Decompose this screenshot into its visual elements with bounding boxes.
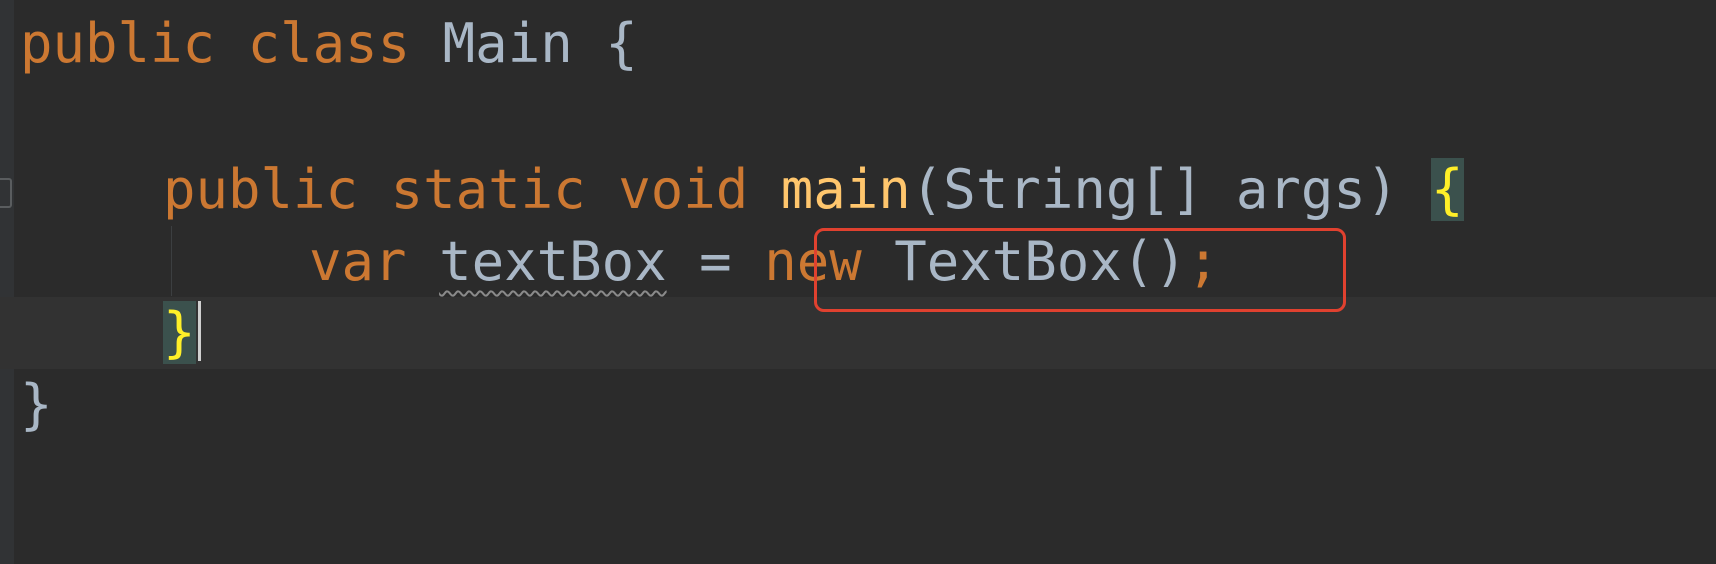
annotation-highlight-box — [814, 228, 1346, 312]
keyword-public: public — [20, 12, 216, 75]
keyword-public: public — [163, 158, 359, 221]
keyword-void: void — [618, 158, 749, 221]
code-editor[interactable]: public class Main { public static void m… — [0, 0, 1716, 564]
code-line-2[interactable]: public static void main(String[] args) { — [163, 154, 1464, 226]
variable-name-warning: textBox — [439, 230, 667, 293]
method-params: (String[] args) — [910, 158, 1399, 221]
code-line-5[interactable]: } — [20, 369, 53, 441]
text-caret — [197, 301, 201, 361]
method-name: main — [780, 158, 911, 221]
assign-operator: = — [699, 230, 732, 293]
keyword-class: class — [247, 12, 411, 75]
matched-open-brace: { — [1430, 158, 1464, 221]
close-brace: } — [20, 373, 53, 436]
keyword-static: static — [390, 158, 586, 221]
fold-icon[interactable] — [0, 178, 12, 208]
matched-close-brace: } — [163, 301, 196, 364]
code-line-4[interactable]: } — [163, 297, 201, 369]
open-brace: { — [605, 12, 638, 75]
indent-guide — [171, 226, 172, 296]
class-name: Main — [442, 12, 573, 75]
keyword-var: var — [309, 230, 407, 293]
editor-gutter — [0, 0, 14, 564]
code-line-1[interactable]: public class Main { — [20, 8, 638, 80]
